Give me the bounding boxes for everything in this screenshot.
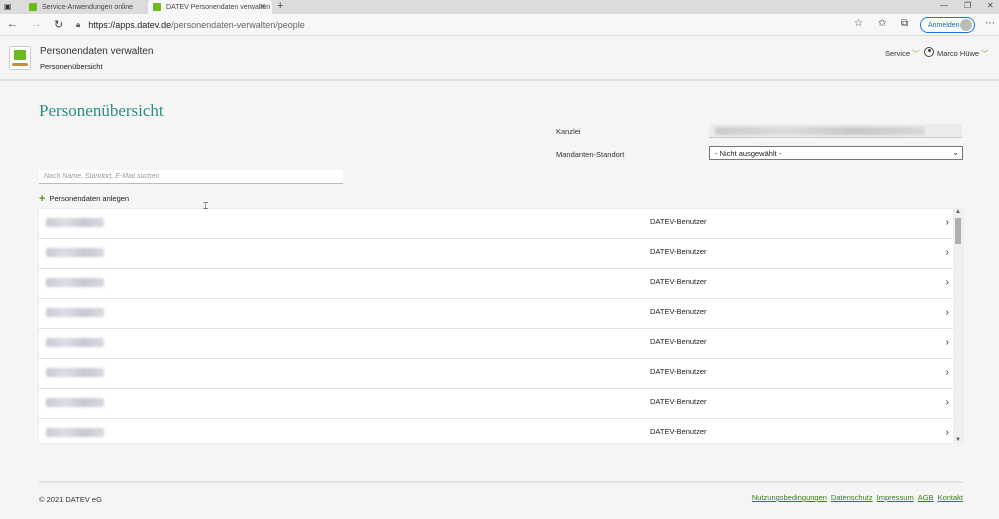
url-path: /personendaten-verwalten/people <box>171 20 305 30</box>
person-name-redacted <box>46 278 104 287</box>
forward-icon[interactable]: → <box>31 18 42 30</box>
person-name-redacted <box>46 368 104 377</box>
list-item[interactable]: DATEV-Benutzer › <box>39 389 953 419</box>
scroll-down-icon[interactable]: ▼ <box>955 437 961 443</box>
link-impressum[interactable]: Impressum <box>877 493 914 502</box>
user-name: Marco Hüwe <box>937 49 980 58</box>
chevron-right-icon[interactable]: › <box>946 217 949 228</box>
link-kontakt[interactable]: Kontakt <box>938 493 963 502</box>
kanzlei-value-redacted <box>715 127 925 135</box>
add-person-button[interactable]: + Personendaten anlegen <box>39 192 130 205</box>
person-role: DATEV-Benutzer <box>650 367 707 376</box>
tab-label: DATEV Personendaten verwalten <box>166 3 271 11</box>
tab-actions-icon[interactable]: ▣ <box>4 2 12 11</box>
people-list: DATEV-Benutzer › DATEV-Benutzer › DATEV-… <box>39 209 963 443</box>
chevron-right-icon[interactable]: › <box>946 307 949 318</box>
list-item[interactable]: DATEV-Benutzer › <box>39 299 953 329</box>
favorites-icon[interactable]: ✩ <box>878 18 886 29</box>
chevron-right-icon[interactable]: › <box>946 277 949 288</box>
app-header: Personendaten verwalten Personenübersich… <box>0 37 999 81</box>
new-tab-icon[interactable]: + <box>277 0 283 13</box>
person-name-redacted <box>46 248 104 257</box>
link-datenschutz[interactable]: Datenschutz <box>831 493 873 502</box>
lock-icon: 🔒︎ <box>76 20 81 29</box>
add-person-label: Personendaten anlegen <box>49 194 130 203</box>
person-role: DATEV-Benutzer <box>650 277 707 286</box>
close-tab-icon[interactable]: ✕ <box>259 2 266 11</box>
app-title: Personendaten verwalten <box>40 46 154 57</box>
person-name-redacted <box>46 398 104 407</box>
signin-label: Anmelden <box>928 21 960 29</box>
person-role: DATEV-Benutzer <box>650 427 707 436</box>
list-scrollbar[interactable]: ▲ ▼ <box>953 209 963 443</box>
kanzlei-label: Kanzlei <box>556 127 581 136</box>
person-name-redacted <box>46 308 104 317</box>
page-title: Personenübersicht <box>39 101 164 120</box>
browser-tab-personendaten[interactable]: DATEV Personendaten verwalten ✕ <box>148 0 272 14</box>
user-icon <box>924 47 934 57</box>
list-item[interactable]: DATEV-Benutzer › <box>39 209 953 239</box>
browser-toolbar: ← → ↻ 🔒︎ https://apps.datev.de/personend… <box>0 14 999 36</box>
search-input[interactable] <box>39 170 343 184</box>
person-role: DATEV-Benutzer <box>650 217 707 226</box>
browser-tab-service[interactable]: Service-Anwendungen online <box>24 0 144 14</box>
chevron-down-icon: ﹀ <box>981 49 989 58</box>
list-item[interactable]: DATEV-Benutzer › <box>39 359 953 389</box>
link-nutzungsbedingungen[interactable]: Nutzungsbedingungen <box>752 493 827 502</box>
person-role: DATEV-Benutzer <box>650 247 707 256</box>
scroll-up-icon[interactable]: ▲ <box>955 209 961 215</box>
person-role: DATEV-Benutzer <box>650 397 707 406</box>
service-label: Service <box>885 49 911 58</box>
list-item[interactable]: DATEV-Benutzer › <box>39 419 953 443</box>
chevron-down-icon: ﹀ <box>912 49 920 58</box>
more-menu-icon[interactable]: ⋯ <box>985 18 995 29</box>
favorite-star-icon[interactable]: ☆ <box>854 18 863 29</box>
link-agb[interactable]: AGB <box>918 493 934 502</box>
chevron-right-icon[interactable]: › <box>946 247 949 258</box>
person-name-redacted <box>46 428 104 437</box>
chevron-down-icon: ⌄ <box>952 148 959 157</box>
collections-icon[interactable]: ⧉ <box>901 18 908 29</box>
chevron-right-icon[interactable]: › <box>946 367 949 378</box>
plus-icon: + <box>39 192 46 205</box>
person-name-redacted <box>46 218 104 227</box>
tab-label: Service-Anwendungen online <box>42 3 134 11</box>
close-window-icon[interactable]: ✕ <box>987 1 994 10</box>
url-host: https://apps.datev.de <box>88 20 172 30</box>
minimize-icon[interactable]: — <box>940 1 948 10</box>
person-role: DATEV-Benutzer <box>650 337 707 346</box>
standort-label: Mandanten-Standort <box>556 150 625 159</box>
user-menu[interactable]: Marco Hüwe ﹀ <box>937 48 989 59</box>
app-logo-icon <box>9 46 31 70</box>
back-icon[interactable]: ← <box>7 18 18 30</box>
chevron-right-icon[interactable]: › <box>946 397 949 408</box>
scrollbar-thumb[interactable] <box>955 218 961 244</box>
chevron-right-icon[interactable]: › <box>946 427 949 438</box>
profile-avatar-icon <box>960 19 972 31</box>
datev-favicon-icon <box>29 3 37 11</box>
address-bar[interactable]: 🔒︎ https://apps.datev.de/personendaten-v… <box>76 17 866 33</box>
reload-icon[interactable]: ↻ <box>54 18 63 31</box>
restore-icon[interactable]: ❐ <box>964 1 971 10</box>
copyright: © 2021 DATEV eG <box>39 495 102 504</box>
list-item[interactable]: DATEV-Benutzer › <box>39 329 953 359</box>
list-item[interactable]: DATEV-Benutzer › <box>39 269 953 299</box>
signin-button[interactable]: Anmelden <box>920 17 975 33</box>
standort-select[interactable]: - Nicht ausgewählt - ⌄ <box>709 146 963 160</box>
browser-tab-bar: ▣ Service-Anwendungen online DATEV Perso… <box>0 0 999 14</box>
standort-selected-value: - Nicht ausgewählt - <box>715 148 782 158</box>
list-item[interactable]: DATEV-Benutzer › <box>39 239 953 269</box>
chevron-right-icon[interactable]: › <box>946 337 949 348</box>
person-role: DATEV-Benutzer <box>650 307 707 316</box>
app-subtitle: Personenübersicht <box>40 62 103 71</box>
footer-divider <box>39 481 963 483</box>
service-menu[interactable]: Service ﹀ <box>885 48 920 59</box>
kanzlei-field <box>709 124 962 138</box>
datev-favicon-icon <box>153 3 161 11</box>
person-name-redacted <box>46 338 104 347</box>
footer-links: Nutzungsbedingungen Datenschutz Impressu… <box>752 493 963 502</box>
